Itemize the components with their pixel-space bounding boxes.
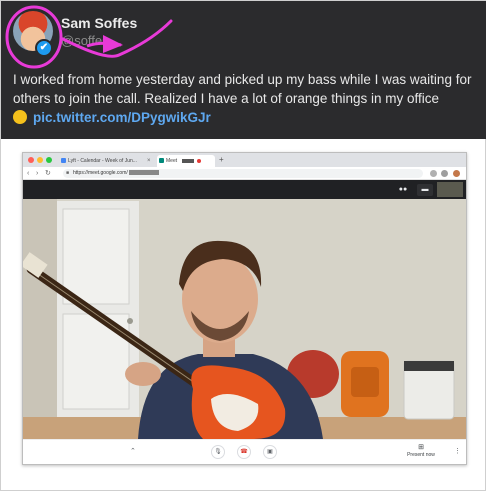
url-text: https://meet.google.com/ bbox=[73, 170, 128, 176]
profile-icon[interactable] bbox=[453, 170, 460, 177]
forward-icon[interactable]: › bbox=[36, 168, 38, 179]
tweet-text: I worked from home yesterday and picked … bbox=[13, 70, 479, 127]
hang-up-icon[interactable]: ☎ bbox=[237, 445, 251, 459]
tab-label: Meet bbox=[166, 158, 178, 164]
tweet-body: I worked from home yesterday and picked … bbox=[13, 72, 472, 106]
minimize-window-icon[interactable] bbox=[37, 157, 43, 163]
close-tab-icon[interactable]: × bbox=[147, 155, 151, 167]
star-icon[interactable] bbox=[430, 170, 437, 177]
camera-off-icon[interactable]: ▣ bbox=[263, 445, 277, 459]
tweet-card: ✔ Sam Soffes @soffes I worked from home … bbox=[0, 0, 486, 491]
address-bar-row: ‹ › ↻ ■ https://meet.google.com/ bbox=[23, 167, 466, 180]
lock-icon: ■ bbox=[66, 170, 70, 176]
meet-top-bar: ●● ▬ bbox=[23, 180, 466, 199]
present-now-label: Present now bbox=[407, 452, 435, 458]
tab-meet[interactable]: Meet bbox=[157, 155, 215, 167]
meet-control-bar: ⌃ 🎙 ☎ ▣ ⊞ Present now ⋮ bbox=[23, 439, 466, 464]
present-screen-icon: ⊞ bbox=[418, 444, 424, 451]
more-options-icon[interactable]: ⋮ bbox=[454, 447, 461, 455]
video-frame-illustration bbox=[23, 199, 466, 439]
participants-icon[interactable]: ●● bbox=[395, 184, 411, 196]
tab-label: Lyft - Calendar - Week of Jun... bbox=[68, 158, 137, 164]
calendar-favicon-icon bbox=[61, 158, 66, 163]
present-now-button[interactable]: ⊞ Present now bbox=[401, 444, 441, 458]
redacted-block bbox=[182, 159, 194, 163]
user-handle[interactable]: @soffes bbox=[61, 33, 109, 48]
mic-off-icon[interactable]: 🎙 bbox=[211, 445, 225, 459]
grinning-emoji-icon bbox=[13, 110, 27, 124]
extension-icon[interactable] bbox=[441, 170, 448, 177]
reload-icon[interactable]: ↻ bbox=[45, 168, 51, 179]
browser-tab-bar: Lyft - Calendar - Week of Jun... × Meet … bbox=[23, 153, 466, 167]
url-input[interactable]: ■ https://meet.google.com/ bbox=[63, 169, 423, 178]
back-icon[interactable]: ‹ bbox=[27, 168, 29, 179]
verified-badge-icon: ✔ bbox=[35, 39, 53, 57]
tweet-header-area: ✔ Sam Soffes @soffes I worked from home … bbox=[1, 1, 486, 139]
self-view-thumbnail[interactable] bbox=[437, 182, 463, 197]
tab-calendar[interactable]: Lyft - Calendar - Week of Jun... bbox=[59, 155, 145, 167]
tweet-media-link[interactable]: pic.twitter.com/DPygwikGJr bbox=[33, 110, 211, 125]
display-name[interactable]: Sam Soffes bbox=[61, 15, 137, 31]
video-feed bbox=[23, 199, 466, 439]
new-tab-button[interactable]: + bbox=[219, 154, 224, 166]
chat-icon[interactable]: ▬ bbox=[417, 184, 433, 196]
chevron-up-icon[interactable]: ⌃ bbox=[130, 447, 136, 455]
close-window-icon[interactable] bbox=[28, 157, 34, 163]
redacted-block bbox=[128, 170, 159, 175]
recording-dot-icon bbox=[197, 159, 201, 163]
embedded-browser-screenshot[interactable]: Lyft - Calendar - Week of Jun... × Meet … bbox=[22, 152, 467, 465]
meet-favicon-icon bbox=[159, 158, 164, 163]
maximize-window-icon[interactable] bbox=[46, 157, 52, 163]
